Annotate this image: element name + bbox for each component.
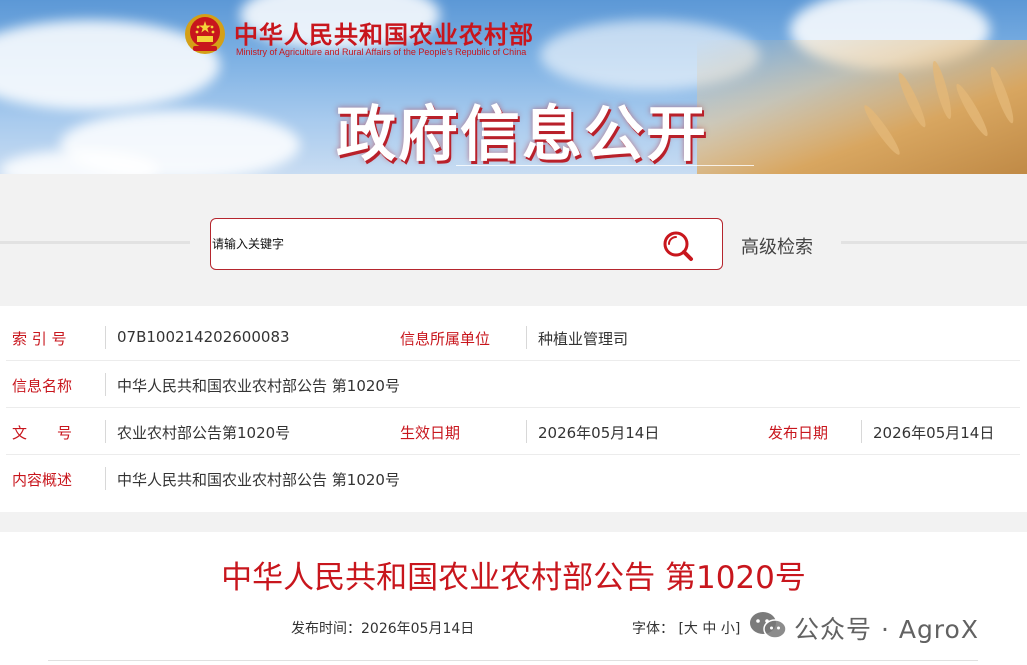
search-icon — [663, 231, 693, 261]
wechat-icon — [750, 612, 787, 639]
publish-date-label: 发布日期 — [768, 424, 829, 442]
font-size-large-button[interactable]: 大 — [684, 621, 698, 637]
column-divider — [526, 326, 527, 349]
column-divider — [105, 467, 106, 490]
national-emblem-icon — [183, 12, 227, 56]
publish-time-label: 发布时间： — [291, 621, 361, 637]
department-label: 信息所属单位 — [400, 330, 491, 348]
column-divider — [861, 420, 862, 443]
page-title: 政府信息公开 — [336, 100, 708, 170]
index-number-value: 07B100214202600083 — [117, 328, 290, 346]
info-name-value: 中华人民共和国农业农村部公告 第1020号 — [117, 377, 400, 395]
publish-time: 发布时间：2026年05月14日 — [291, 618, 474, 638]
table-row: 信息名称 中华人民共和国农业农村部公告 第1020号 — [6, 361, 1020, 408]
info-name-label: 信息名称 — [12, 377, 73, 395]
divider-line — [0, 241, 190, 244]
watermark-text: 公众号 · AgroX — [794, 615, 979, 644]
table-row: 索 引 号 07B100214202600083 信息所属单位 种植业管理司 — [6, 314, 1020, 361]
effective-date-label: 生效日期 — [400, 424, 461, 442]
publish-time-value: 2026年05月14日 — [361, 621, 475, 637]
publish-date-value: 2026年05月14日 — [873, 424, 995, 442]
column-divider — [105, 326, 106, 349]
search-box — [210, 218, 723, 270]
font-size-medium-button[interactable]: 中 — [702, 621, 716, 637]
table-row: 文 号 农业农村部公告第1020号 生效日期 2026年05月14日 发布日期 … — [6, 408, 1020, 455]
column-divider — [105, 373, 106, 396]
wheat-field-image — [697, 40, 1027, 174]
column-divider — [105, 420, 106, 443]
document-metadata-table: 索 引 号 07B100214202600083 信息所属单位 种植业管理司 信… — [0, 306, 1027, 512]
document-number-value: 农业农村部公告第1020号 — [117, 424, 291, 442]
summary-value: 中华人民共和国农业农村部公告 第1020号 — [117, 471, 400, 489]
document-number-label: 文 号 — [12, 424, 73, 442]
search-input[interactable] — [212, 233, 642, 255]
ministry-name-english: Ministry of Agriculture and Rural Affair… — [236, 47, 527, 57]
font-size-label: 字体： — [632, 621, 674, 637]
header-banner: 中华人民共和国农业农村部 Ministry of Agriculture and… — [0, 0, 1027, 174]
article-title: 中华人民共和国农业农村部公告 第1020号 — [221, 560, 806, 596]
search-section: 高级检索 — [0, 174, 1027, 302]
ministry-name: 中华人民共和国农业农村部 — [234, 23, 534, 49]
font-size-control: 字体： [大 中 小] — [632, 618, 740, 638]
column-divider — [526, 420, 527, 443]
table-row: 内容概述 中华人民共和国农业农村部公告 第1020号 — [6, 455, 1020, 502]
department-value: 种植业管理司 — [538, 330, 629, 348]
summary-label: 内容概述 — [12, 471, 73, 489]
search-button[interactable] — [658, 227, 700, 265]
advanced-search-link[interactable]: 高级检索 — [741, 233, 813, 259]
article-divider — [48, 660, 978, 661]
index-number-label: 索 引 号 — [12, 330, 67, 348]
divider-line — [841, 241, 1027, 244]
banner-divider — [456, 165, 754, 166]
font-size-small-button[interactable]: 小 — [721, 621, 735, 637]
effective-date-value: 2026年05月14日 — [538, 424, 660, 442]
bracket-close: ] — [734, 621, 741, 637]
